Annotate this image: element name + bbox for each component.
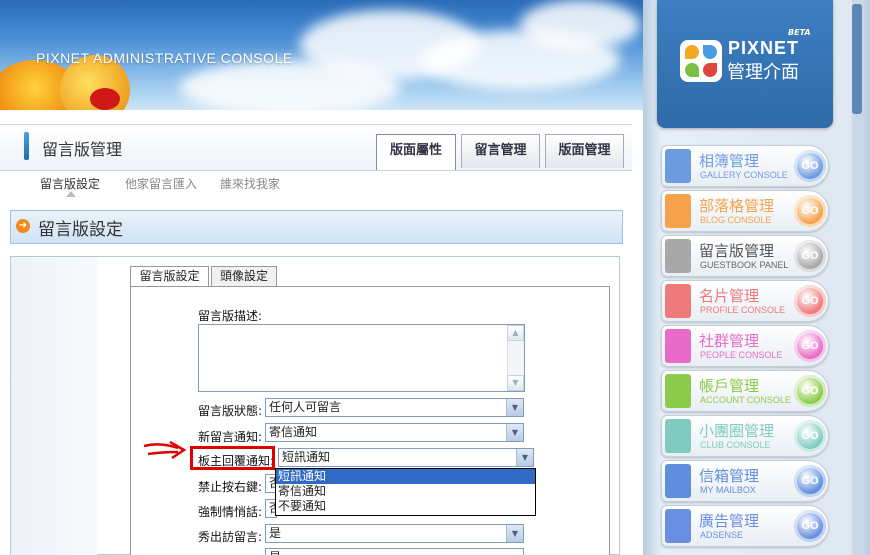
console-swatch (665, 194, 691, 228)
subnav-caret-icon (66, 191, 76, 197)
new-notify-select-value: 寄信通知 (269, 425, 318, 439)
console-swatch (665, 374, 691, 408)
console-subtitle: MY MAILBOX (700, 485, 756, 495)
inner-tab-avatar-settings[interactable]: 頭像設定 (211, 266, 277, 286)
go-button[interactable]: GO (794, 375, 826, 407)
console-subtitle: ACCOUNT CONSOLE (700, 395, 791, 405)
page-title: 留言版管理 (42, 140, 123, 159)
arrow-right-icon: ➜ (16, 219, 30, 233)
next-select[interactable]: 是 (265, 548, 524, 555)
scrollbar-thumb[interactable] (852, 4, 862, 114)
console-subtitle: ADSENSE (700, 530, 744, 540)
subnav-item-import[interactable]: 他家留言匯入 (125, 175, 197, 192)
force-whisper-label: 強制情悄話: (198, 505, 263, 519)
console-subtitle: PEOPLE CONSOLE (700, 350, 783, 360)
go-button[interactable]: GO (794, 150, 826, 182)
console-subtitle: GALLERY CONSOLE (700, 170, 788, 180)
description-label: 留言版描述: (198, 309, 263, 323)
console-button-profile-console[interactable]: 名片管理 PROFILE CONSOLE GO (661, 280, 829, 322)
console-swatch (665, 329, 691, 363)
chevron-down-icon[interactable]: ▼ (506, 399, 523, 416)
section-title: 留言版設定 (38, 220, 123, 240)
console-name: 名片管理 (699, 287, 760, 305)
console-swatch (665, 149, 691, 183)
subnav-item-visitors[interactable]: 誰來找我家 (220, 175, 280, 192)
console-name: 部落格管理 (699, 197, 775, 215)
inner-tab-guestbook-settings[interactable]: 留言版設定 (130, 266, 209, 286)
chevron-down-icon[interactable]: ▼ (506, 525, 523, 542)
console-swatch (665, 464, 691, 498)
console-subtitle: GUESTBOOK PANEL (700, 260, 789, 270)
dropdown-option-sms[interactable]: 短訊通知 (276, 469, 535, 484)
console-button-my-mailbox[interactable]: 信箱管理 MY MAILBOX GO (661, 460, 829, 502)
chevron-down-icon[interactable]: ▼ (516, 449, 533, 466)
title-accent-bar (24, 132, 29, 160)
new-notify-select[interactable]: 寄信通知 ▼ (265, 423, 524, 442)
reply-notify-select[interactable]: 短訊通知 ▼ (278, 448, 534, 467)
tab-layout-properties[interactable]: 版面屬性 (376, 134, 456, 170)
show-visitor-select-value: 是 (269, 526, 282, 540)
status-select-value: 任何人可留言 (269, 400, 342, 414)
disable-rightclick-label: 禁止按右鍵: (198, 480, 263, 494)
console-name: 社群管理 (699, 332, 760, 350)
console-button-guestbook-panel[interactable]: 留言版管理 GUESTBOOK PANEL GO (661, 235, 829, 277)
go-button[interactable]: GO (794, 465, 826, 497)
console-name: 廣告管理 (699, 512, 760, 530)
console-subtitle: CLUB CONSOLE (700, 440, 771, 450)
console-button-club-console[interactable]: 小團圈管理 CLUB CONSOLE GO (661, 415, 829, 457)
subnav-item-guestbook-settings[interactable]: 留言版設定 (40, 175, 100, 192)
pixnet-logo-icon (680, 40, 722, 82)
status-select[interactable]: 任何人可留言 ▼ (265, 398, 524, 417)
go-button[interactable]: GO (794, 330, 826, 362)
chevron-down-icon[interactable]: ▼ (506, 424, 523, 441)
go-button[interactable]: GO (794, 420, 826, 452)
status-label: 留言版狀態: (198, 404, 263, 418)
scroll-down-icon[interactable]: ▼ (507, 375, 524, 391)
tab-layout-management[interactable]: 版面管理 (545, 134, 624, 168)
go-button[interactable]: GO (794, 285, 826, 317)
show-visitor-select[interactable]: 是 ▼ (265, 524, 524, 543)
go-button[interactable]: GO (794, 510, 826, 542)
console-name: 小團圈管理 (699, 422, 775, 440)
console-subtitle: BLOG CONSOLE (700, 215, 772, 225)
next-select-value: 是 (269, 550, 281, 555)
description-textarea[interactable] (198, 324, 525, 392)
console-name: 相簿管理 (699, 152, 760, 170)
panel-left-column (11, 257, 97, 555)
console-name: 帳戶管理 (699, 377, 760, 395)
tab-message-management[interactable]: 留言管理 (461, 134, 540, 168)
reply-notify-select-value: 短訊通知 (282, 450, 331, 464)
console-swatch (665, 284, 691, 318)
console-button-people-console[interactable]: 社群管理 PEOPLE CONSOLE GO (661, 325, 829, 367)
red-arrow-icon (143, 440, 187, 460)
brand-subtitle: 管理介面 (727, 62, 799, 83)
console-button-adsense[interactable]: 廣告管理 ADSENSE GO (661, 505, 829, 547)
go-button[interactable]: GO (794, 195, 826, 227)
console-button-blog-console[interactable]: 部落格管理 BLOG CONSOLE GO (661, 190, 829, 232)
console-button-account-console[interactable]: 帳戶管理 ACCOUNT CONSOLE GO (661, 370, 829, 412)
banner-title: PIXNET ADMINISTRATIVE CONSOLE (36, 50, 293, 66)
console-subtitle: PROFILE CONSOLE (700, 305, 786, 315)
console-swatch (665, 239, 691, 273)
brand-name: PIXNET (728, 38, 800, 58)
dropdown-option-none[interactable]: 不要通知 (276, 499, 535, 514)
console-name: 留言版管理 (699, 242, 775, 260)
dropdown-option-email[interactable]: 寄信通知 (276, 484, 535, 499)
console-button-gallery-console[interactable]: 相簿管理 GALLERY CONSOLE GO (661, 145, 829, 187)
console-name: 信箱管理 (699, 467, 760, 485)
new-notify-label: 新留言通知: (198, 430, 263, 444)
scroll-up-icon[interactable]: ▲ (507, 325, 524, 341)
show-visitor-label: 秀出訪留言: (198, 530, 263, 544)
highlight-box (190, 446, 275, 470)
header-banner: PIXNET ADMINISTRATIVE CONSOLE (0, 0, 643, 110)
console-swatch (665, 509, 691, 543)
go-button[interactable]: GO (794, 240, 826, 272)
brand-beta: BETA (788, 28, 811, 37)
console-swatch (665, 419, 691, 453)
